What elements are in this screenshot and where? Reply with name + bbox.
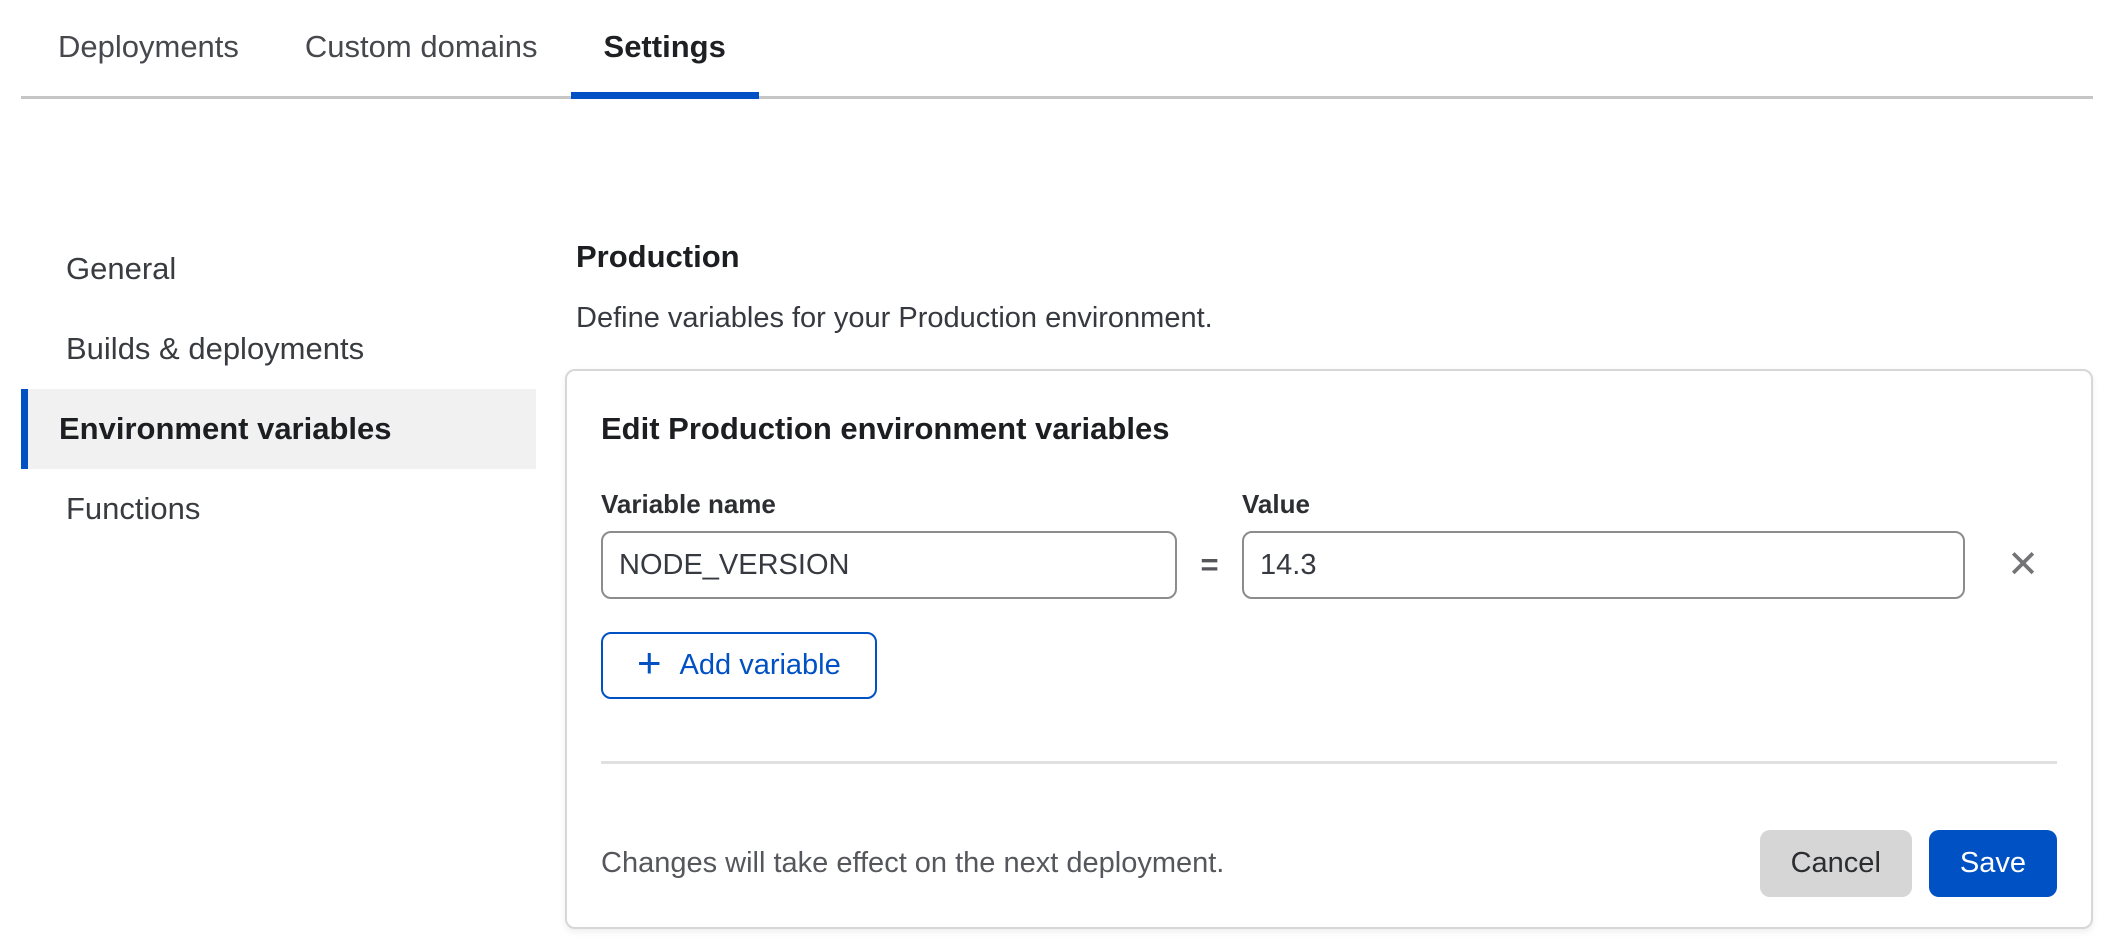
tab-custom-domains[interactable]: Custom domains — [272, 0, 571, 96]
cancel-button[interactable]: Cancel — [1760, 830, 1912, 897]
add-variable-button[interactable]: + Add variable — [601, 632, 877, 699]
settings-sidebar: General Builds & deployments Environment… — [21, 229, 536, 549]
plus-icon: + — [637, 642, 662, 684]
card-title: Edit Production environment variables — [601, 411, 2057, 447]
tab-deployments[interactable]: Deployments — [25, 0, 272, 96]
add-variable-label: Add variable — [680, 649, 841, 682]
main-panel: Production Define variables for your Pro… — [565, 229, 2093, 929]
sidebar-item-functions[interactable]: Functions — [21, 469, 536, 549]
sidebar-item-general[interactable]: General — [21, 229, 536, 309]
sidebar-item-builds-deployments[interactable]: Builds & deployments — [21, 309, 536, 389]
variable-name-column: Variable name — [601, 489, 1177, 599]
tab-settings[interactable]: Settings — [571, 0, 759, 96]
tab-bar: Deployments Custom domains Settings — [21, 0, 2093, 99]
card-divider — [601, 761, 2057, 764]
x-icon: ✕ — [2007, 546, 2039, 584]
remove-variable-button[interactable]: ✕ — [1989, 531, 2057, 599]
variable-row: Variable name = Value ✕ — [601, 489, 2057, 599]
page-description: Define variables for your Production env… — [576, 301, 2093, 335]
content-area: General Builds & deployments Environment… — [21, 229, 2093, 929]
variable-value-input[interactable] — [1242, 531, 1965, 599]
variable-name-label: Variable name — [601, 489, 1177, 519]
equals-sign: = — [1177, 531, 1242, 599]
page-title: Production — [576, 239, 2093, 275]
page: Deployments Custom domains Settings Gene… — [0, 0, 2121, 929]
sidebar-item-environment-variables[interactable]: Environment variables — [21, 389, 536, 469]
value-label: Value — [1242, 489, 1965, 519]
environment-variables-card: Edit Production environment variables Va… — [565, 369, 2093, 929]
footer-note: Changes will take effect on the next dep… — [601, 847, 1224, 880]
card-footer: Changes will take effect on the next dep… — [601, 830, 2057, 897]
variable-name-input[interactable] — [601, 531, 1177, 599]
variable-value-column: Value — [1242, 489, 1965, 599]
footer-buttons: Cancel Save — [1760, 830, 2057, 897]
save-button[interactable]: Save — [1929, 830, 2057, 897]
